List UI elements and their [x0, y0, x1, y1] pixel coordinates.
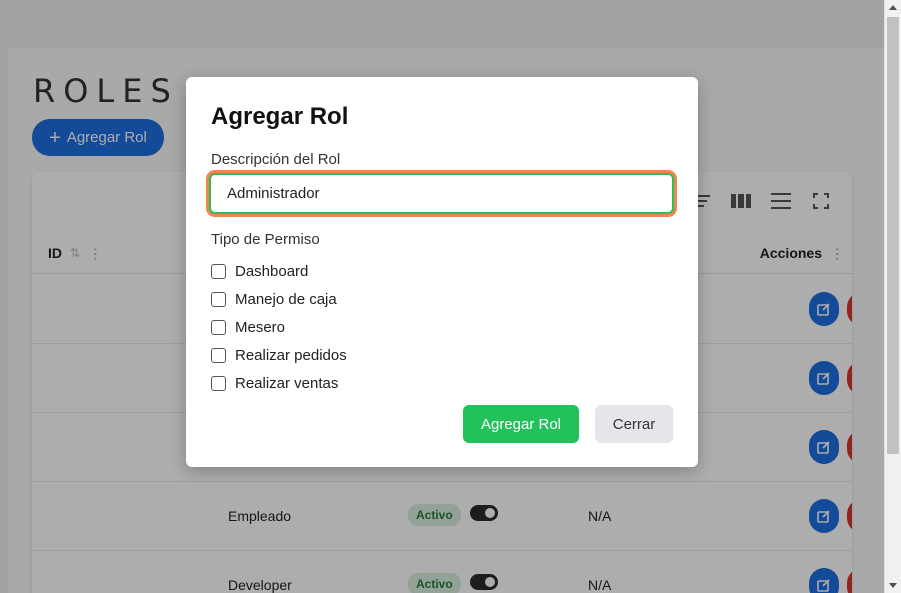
permission-realizar-ventas[interactable]: Realizar ventas: [211, 369, 347, 397]
permission-label: Realizar pedidos: [235, 346, 347, 364]
permissions-list: Dashboard Manejo de caja Mesero Realizar…: [211, 257, 347, 397]
permission-label: Mesero: [235, 318, 286, 336]
permission-label: Realizar ventas: [235, 374, 339, 392]
permission-mesero[interactable]: Mesero: [211, 313, 347, 341]
permission-label: Dashboard: [235, 262, 309, 280]
permission-label: Manejo de caja: [235, 290, 337, 308]
permission-realizar-pedidos[interactable]: Realizar pedidos: [211, 341, 347, 369]
checkbox[interactable]: [211, 347, 226, 363]
checkbox[interactable]: [211, 263, 226, 279]
description-input[interactable]: [209, 173, 674, 214]
checkbox[interactable]: [211, 375, 226, 391]
checkbox[interactable]: [211, 291, 226, 307]
scrollbar-thumb[interactable]: [887, 17, 899, 454]
add-role-modal: Agregar Rol Descripción del Rol Tipo de …: [186, 77, 698, 467]
submit-role-button[interactable]: Agregar Rol: [463, 405, 579, 443]
permission-manejo-de-caja[interactable]: Manejo de caja: [211, 285, 347, 313]
permission-dashboard[interactable]: Dashboard: [211, 257, 347, 285]
modal-title: Agregar Rol: [211, 103, 349, 130]
scroll-down-arrow-icon[interactable]: [889, 583, 897, 588]
permissions-label: Tipo de Permiso: [211, 231, 320, 248]
vertical-scrollbar[interactable]: [884, 0, 901, 593]
scroll-up-arrow-icon[interactable]: [889, 5, 897, 10]
close-button[interactable]: Cerrar: [595, 405, 673, 443]
checkbox[interactable]: [211, 319, 226, 335]
description-label: Descripción del Rol: [211, 151, 341, 168]
